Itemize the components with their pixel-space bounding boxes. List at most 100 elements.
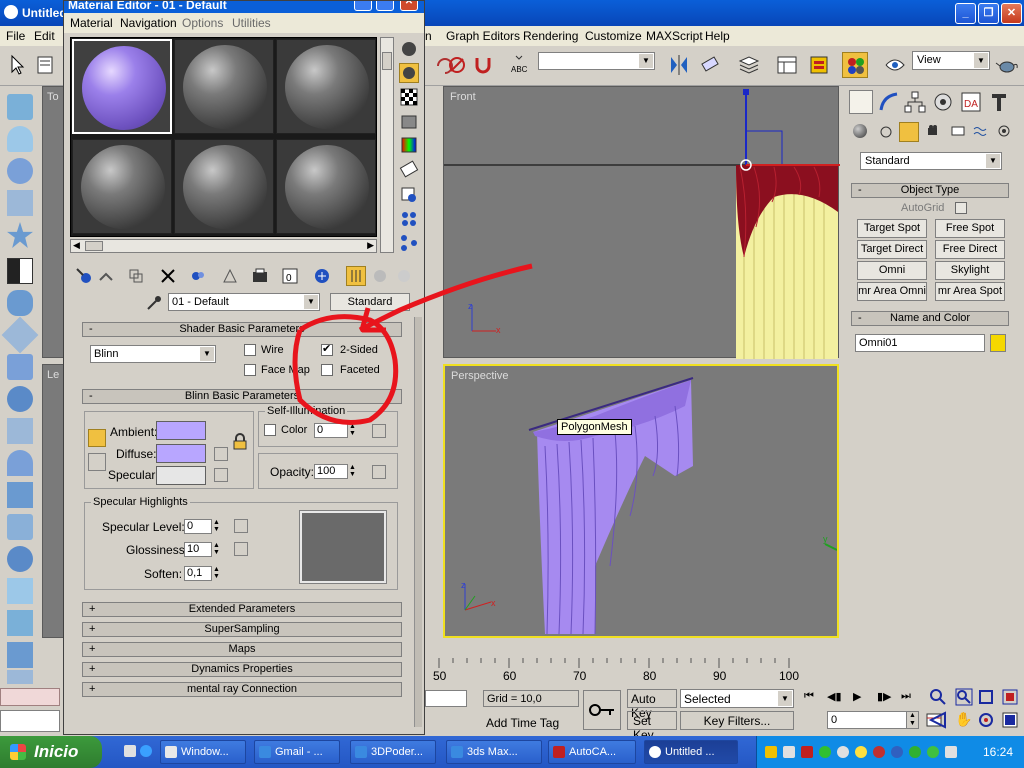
shield-icon[interactable] <box>765 746 777 758</box>
particles-icon[interactable] <box>7 482 33 508</box>
soften-spinner[interactable]: 0,1 <box>184 566 212 581</box>
mental-ray-connection-header[interactable]: + mental ray Connection <box>82 682 402 697</box>
next-frame-icon[interactable]: ▮▶ <box>877 690 895 706</box>
maximize-viewport-icon[interactable] <box>1001 711 1019 729</box>
medit-close-button[interactable]: ✕ <box>400 1 418 11</box>
scroll-left-icon[interactable]: ◀ <box>73 240 80 251</box>
layer-manager-icon[interactable] <box>736 52 762 78</box>
sample-uv-tiling-icon[interactable] <box>399 111 419 131</box>
cylinder-icon[interactable] <box>7 190 33 216</box>
star-icon[interactable] <box>7 222 33 248</box>
self-illum-map-button[interactable] <box>372 424 386 438</box>
lock-icon[interactable] <box>232 433 248 451</box>
sample-slot-5[interactable] <box>174 139 274 234</box>
bone-icon[interactable] <box>1 316 39 354</box>
scroll-right-icon[interactable]: ▶ <box>367 240 374 251</box>
shirt-icon[interactable] <box>7 126 33 152</box>
spinner-arrows-icon[interactable]: ▲ ▼ <box>348 423 357 438</box>
align-icon[interactable] <box>698 52 724 78</box>
quick-launch-icons[interactable] <box>124 743 154 761</box>
free-spot-button[interactable]: Free Spot <box>935 219 1005 238</box>
space-warps-icon[interactable] <box>973 124 987 138</box>
sphere-icon[interactable] <box>7 158 33 184</box>
task-3ds-max[interactable]: 3ds Max... <box>446 740 542 764</box>
target-direct-button[interactable]: Target Direct <box>857 240 927 259</box>
video-color-check-icon[interactable] <box>399 135 419 155</box>
wire-checkbox[interactable] <box>244 344 256 356</box>
key-filters-button[interactable]: Key Filters... <box>680 711 794 730</box>
reset-map-icon[interactable] <box>158 266 178 286</box>
spinner-arrows-icon[interactable]: ▲ ▼ <box>212 542 221 557</box>
volume-icon[interactable] <box>945 746 957 758</box>
gear-icon[interactable] <box>7 386 33 412</box>
omni-button[interactable]: Omni <box>857 261 927 280</box>
scroll-thumb[interactable] <box>85 241 103 251</box>
free-direct-button[interactable]: Free Direct <box>935 240 1005 259</box>
create-tab-icon[interactable] <box>849 90 873 114</box>
security-icon[interactable] <box>801 746 813 758</box>
biped-icon[interactable] <box>7 578 33 604</box>
checker-icon[interactable] <box>7 258 33 284</box>
set-key-mode-button[interactable] <box>583 690 621 730</box>
mirror-icon[interactable] <box>666 52 692 78</box>
sample-slot-6[interactable] <box>276 139 376 234</box>
show-map-in-viewport-icon[interactable]: 0 <box>280 266 300 286</box>
menu-views-fragment[interactable]: n <box>425 29 432 43</box>
backlight-icon[interactable] <box>399 63 419 83</box>
sample-slot-4[interactable] <box>72 139 172 234</box>
self-illum-color-checkbox[interactable] <box>264 424 276 436</box>
restore-button[interactable]: ❐ <box>978 3 999 24</box>
get-material-icon[interactable] <box>74 266 94 286</box>
medit-menu-utilities[interactable]: Utilities <box>232 16 271 30</box>
specular-map-button[interactable] <box>214 468 228 482</box>
medit-minimize-button[interactable] <box>354 1 372 11</box>
spinner-arrows-icon[interactable]: ▲ ▼ <box>212 566 221 581</box>
scroll-thumb[interactable] <box>382 52 392 70</box>
antivirus-icon[interactable] <box>873 746 885 758</box>
close-button[interactable]: ✕ <box>1001 3 1022 24</box>
plant-icon[interactable] <box>7 418 33 444</box>
object-type-header[interactable]: - Object Type <box>851 183 1009 198</box>
menu-rendering[interactable]: Rendering <box>523 29 578 43</box>
menu-graph-editors[interactable]: Graph Editors <box>446 29 520 43</box>
door-icon[interactable] <box>7 610 33 636</box>
clock-tray-icon[interactable] <box>837 746 849 758</box>
ie-icon[interactable] <box>140 745 152 757</box>
go-forward-to-sibling-icon[interactable] <box>370 266 390 286</box>
material-name-field[interactable]: 01 - Default ▼ <box>168 293 320 311</box>
extended-parameters-header[interactable]: + Extended Parameters <box>82 602 402 617</box>
bulb-icon[interactable] <box>855 746 867 758</box>
hammer-icon[interactable] <box>7 354 33 380</box>
medit-menu-navigation[interactable]: Navigation <box>120 16 177 30</box>
specular-level-map-button[interactable] <box>234 519 248 533</box>
options-icon[interactable] <box>399 185 419 205</box>
faceted-checkbox[interactable] <box>321 364 333 376</box>
diffuse-map-button[interactable] <box>214 447 228 461</box>
show-desktop-icon[interactable] <box>124 745 136 757</box>
navigate-icon[interactable] <box>394 266 414 286</box>
shader-type-dropdown[interactable]: Blinn ▼ <box>90 345 216 363</box>
slots-vertical-scrollbar[interactable] <box>380 37 394 253</box>
go-to-parent-icon[interactable] <box>346 266 366 286</box>
menu-customize[interactable]: Customize <box>585 29 642 43</box>
zoom-all-icon[interactable] <box>955 688 973 706</box>
object-name-field[interactable]: Omni01 <box>855 334 985 352</box>
green-status-icon[interactable] <box>909 746 921 758</box>
task-gmail[interactable]: Gmail - ... <box>254 740 340 764</box>
start-button[interactable]: Inicio <box>0 736 102 768</box>
frame-spinner-icon[interactable]: ▲ ▼ <box>906 711 919 729</box>
cameras-icon[interactable] <box>927 124 941 138</box>
category-dropdown[interactable]: Standard ▼ <box>860 152 1002 170</box>
material-effects-channel-icon[interactable] <box>250 266 270 286</box>
timeline[interactable]: 50 60 70 80 90 100 <box>425 658 843 684</box>
pan-hand-icon[interactable]: ✋ <box>955 711 973 729</box>
pick-material-eyedropper-icon[interactable] <box>144 293 164 313</box>
supersampling-header[interactable]: + SuperSampling <box>82 622 402 637</box>
maps-header[interactable]: + Maps <box>82 642 402 657</box>
shader-basic-parameters-header[interactable]: - Shader Basic Parameters <box>82 322 402 337</box>
sample-slot-2[interactable] <box>174 39 274 134</box>
lights-icon[interactable] <box>899 122 919 142</box>
named-selection-dropdown[interactable]: ▼ <box>538 52 655 70</box>
set-key-button[interactable]: Set Key <box>627 711 677 742</box>
sample-slot-3[interactable] <box>276 39 376 134</box>
